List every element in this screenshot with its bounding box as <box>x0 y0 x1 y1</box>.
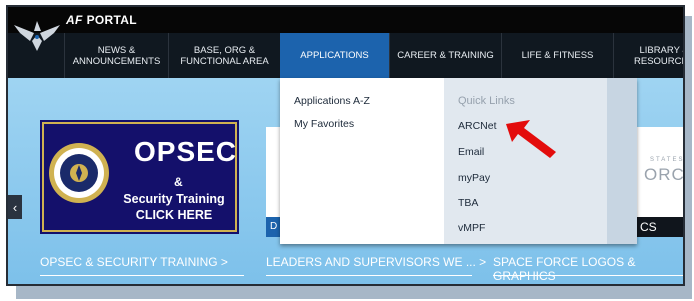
quick-links-heading: Quick Links <box>458 95 515 107</box>
quick-link-mypay[interactable]: myPay <box>458 172 490 184</box>
nav-news-announcements[interactable]: NEWS & ANNOUNCEMENTS <box>64 33 168 78</box>
nav-life-fitness[interactable]: LIFE & FITNESS <box>501 33 613 78</box>
nav-applications[interactable]: APPLICATIONS <box>280 33 389 78</box>
quick-link-vmpf[interactable]: vMPF <box>458 222 485 234</box>
main-nav: NEWS & ANNOUNCEMENTS BASE, ORG & FUNCTIO… <box>8 33 683 78</box>
nav-career-training[interactable]: CAREER & TRAINING <box>389 33 501 78</box>
quick-link-tba[interactable]: TBA <box>458 197 478 209</box>
screenshot-frame: AF PORTAL NEWS & ANNOUNCEMENTS BASE, ORG … <box>6 5 685 286</box>
menu-item-applications-a-z[interactable]: Applications A-Z <box>294 95 370 107</box>
quick-link-email[interactable]: Email <box>458 146 484 158</box>
caption-leaders[interactable]: LEADERS AND SUPERVISORS WE ... > <box>266 255 486 269</box>
opsec-click-here[interactable]: CLICK HERE <box>114 208 234 222</box>
space-force-card-strip-text: CS <box>640 220 657 234</box>
carousel-dot[interactable] <box>479 285 484 286</box>
carousel-dot[interactable] <box>523 285 528 286</box>
space-force-card[interactable]: STATES ORCE CS <box>636 127 685 237</box>
opsec-banner[interactable]: OPSEC & Security Training CLICK HERE <box>40 120 239 234</box>
af-wings-emblem-icon[interactable] <box>12 15 62 55</box>
caption-underline-opsec <box>40 275 244 276</box>
dod-seal-icon <box>49 143 109 203</box>
carousel-prev-button[interactable]: ‹ <box>8 195 22 219</box>
red-arrow-icon <box>506 120 556 158</box>
caption-space-force[interactable]: SPACE FORCE LOGOS & GRAPHICS <box>493 255 683 283</box>
caption-underline-leaders <box>266 275 472 276</box>
opsec-ampersand: & <box>174 175 183 189</box>
dropdown-right-edge <box>607 78 637 244</box>
quick-links-column: Quick Links ARCNet Email myPay TBA vMPF <box>444 78 607 244</box>
nav-library-resources[interactable]: LIBRARY & RESOURCES <box>613 33 683 78</box>
brand-name: PORTAL <box>86 13 137 27</box>
carousel-dot[interactable] <box>545 285 550 286</box>
nav-base-org-functional[interactable]: BASE, ORG & FUNCTIONAL AREA <box>168 33 280 78</box>
brand-prefix: AF <box>66 13 83 27</box>
carousel-dot[interactable] <box>501 285 506 286</box>
menu-item-my-favorites[interactable]: My Favorites <box>294 118 354 130</box>
brand-logo[interactable]: AF PORTAL <box>66 13 137 27</box>
applications-dropdown: Applications A-Z My Favorites Quick Link… <box>280 78 637 244</box>
carousel-dot[interactable] <box>413 285 418 286</box>
opsec-subtitle: Security Training <box>123 192 225 206</box>
carousel-dot[interactable] <box>457 285 462 286</box>
caption-opsec[interactable]: OPSEC & SECURITY TRAINING > <box>40 255 228 269</box>
quick-link-arcnet[interactable]: ARCNet <box>458 120 497 132</box>
dropdown-left-column: Applications A-Z My Favorites <box>280 78 442 244</box>
space-force-card-strip: CS <box>636 217 683 237</box>
leaders-card-strip-text: D <box>270 221 278 232</box>
space-force-card-small-text: STATES <box>650 157 685 163</box>
space-force-card-big-text: ORCE <box>644 165 685 184</box>
top-bar: AF PORTAL <box>8 7 683 33</box>
caption-underline-space-force <box>493 275 683 276</box>
opsec-title: OPSEC <box>134 136 238 167</box>
carousel-dot[interactable] <box>435 285 440 286</box>
